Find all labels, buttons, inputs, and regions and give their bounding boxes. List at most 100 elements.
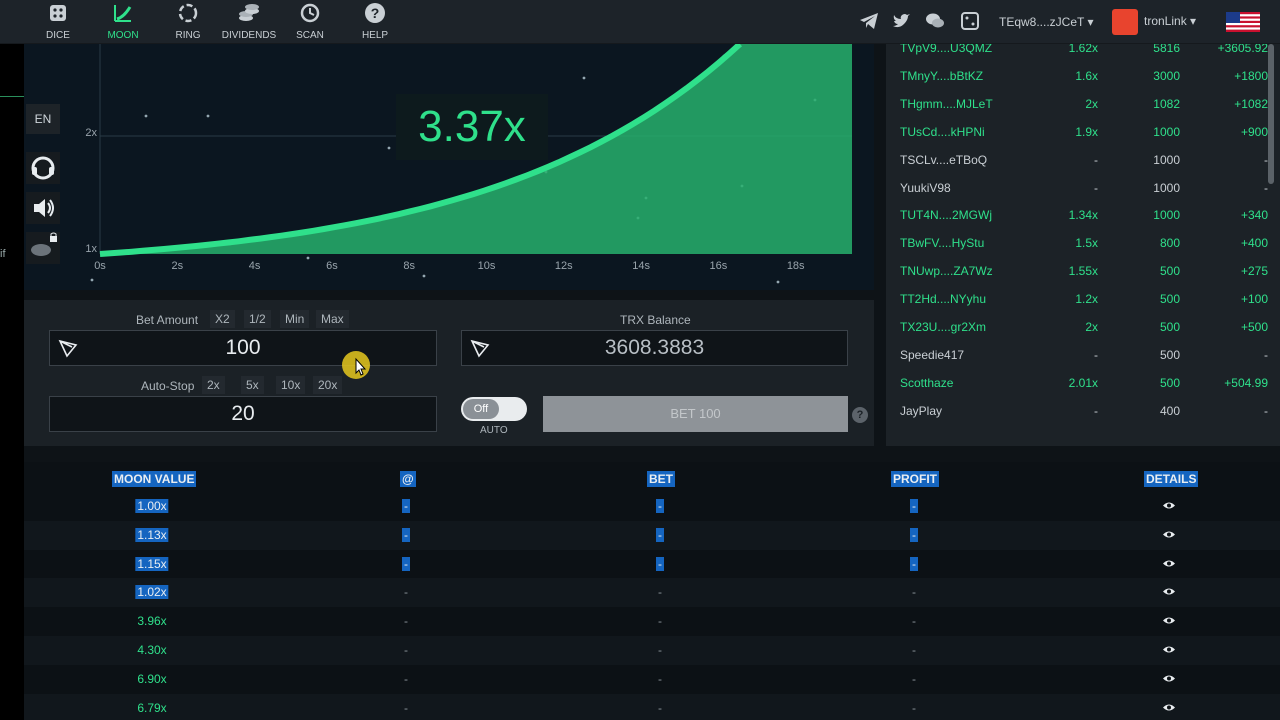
eye-icon[interactable]: [1162, 530, 1176, 539]
nav-moon-label: MOON: [107, 30, 139, 41]
player-list-scrollbar[interactable]: [1268, 44, 1274, 184]
help-icon[interactable]: ?: [852, 407, 868, 423]
autostop-2x-button[interactable]: 2x: [202, 376, 225, 394]
bet-cell: -: [656, 499, 664, 513]
player-row: Scotthaze 2.01x 500 +504.99: [886, 369, 1268, 397]
sound-button[interactable]: [26, 192, 60, 224]
tronlink-label: tronLink: [1144, 14, 1187, 28]
dice-small-icon[interactable]: [959, 10, 981, 32]
player-row: Speedie417 - 500 -: [886, 341, 1268, 369]
history-row: 1.02x - - -: [24, 578, 1280, 608]
player-multiplier: 1.6x: [1075, 68, 1098, 83]
player-row: TBwFV....HyStu 1.5x 800 +400: [886, 229, 1268, 257]
player-list: TVpV9....U3QMZ 1.62x 5816 +3605.92 TMnyY....…: [886, 44, 1280, 446]
bet-cell: -: [658, 643, 662, 657]
star: [306, 256, 310, 260]
player-row: TNUwp....ZA7Wz 1.55x 500 +275: [886, 257, 1268, 285]
player-bet: 800: [1159, 236, 1180, 251]
x-tick-label: 12s: [555, 260, 573, 272]
history-icon: [280, 2, 340, 30]
star: [206, 114, 210, 118]
profit-cell: -: [910, 527, 918, 542]
player-bet: 1000: [1153, 152, 1180, 167]
wechat-icon[interactable]: [924, 10, 946, 32]
x-tick-label: 16s: [710, 260, 728, 272]
moon-value-cell: 1.15x: [135, 556, 169, 571]
twitter-icon[interactable]: [890, 10, 912, 32]
us-flag-icon[interactable]: [1226, 12, 1260, 32]
autostop-value: 20: [231, 402, 255, 425]
history-row: 1.00x - - -: [24, 492, 1280, 521]
support-button[interactable]: [26, 152, 60, 184]
eye-icon[interactable]: [1162, 703, 1176, 712]
at-cell: -: [404, 671, 408, 686]
player-row: TT2Hd....NYyhu 1.2x 500 +100: [886, 285, 1268, 313]
player-row: TMnyY....bBtKZ 1.6x 3000 +1800: [886, 62, 1268, 90]
eye-icon[interactable]: [1162, 587, 1176, 596]
eye-icon[interactable]: [1162, 616, 1176, 625]
player-profit: -: [1264, 403, 1268, 418]
bet-half-button[interactable]: 1/2: [244, 310, 271, 328]
col-at: @: [400, 471, 416, 487]
autostop-10x-button[interactable]: 10x: [276, 376, 306, 394]
y-tick-1x: 1x: [85, 243, 97, 255]
top-nav: DICE MOON RING DIVIDENDS SCAN ? HELP TEq…: [0, 0, 1280, 44]
nav-dice[interactable]: DICE: [28, 2, 88, 42]
weather-button[interactable]: [26, 232, 60, 264]
x-tick-label: 6s: [326, 260, 338, 272]
trx-balance-label: TRX Balance: [620, 313, 691, 327]
chevron-down-icon: ▾: [1190, 14, 1197, 28]
bet-button[interactable]: BET 100: [543, 396, 848, 432]
bet-x2-button[interactable]: X2: [210, 310, 235, 328]
eye-icon[interactable]: [1162, 674, 1176, 683]
wallet-address[interactable]: TEqw8....zJCeT ▾: [999, 0, 1094, 44]
nav-scan[interactable]: SCAN: [280, 2, 340, 42]
trx-balance-value: 3608.3883: [604, 336, 705, 359]
bet-min-button[interactable]: Min: [280, 310, 310, 328]
player-row: JayPlay - 400 -: [886, 397, 1268, 425]
moon-value-cell: 1.00x: [135, 499, 169, 513]
nav-dice-label: DICE: [46, 30, 70, 41]
autostop-20x-button[interactable]: 20x: [313, 376, 343, 394]
player-multiplier: 1.62x: [1068, 44, 1098, 55]
x-tick-label: 0s: [94, 260, 106, 272]
autostop-label: Auto-Stop: [141, 379, 195, 393]
profit-cell: -: [912, 671, 916, 686]
cursor-highlight: [342, 351, 370, 379]
nav-help-label: HELP: [361, 30, 389, 41]
bet-max-button[interactable]: Max: [316, 310, 349, 328]
left-divider: [0, 96, 24, 97]
eye-icon[interactable]: [1162, 501, 1176, 510]
player-multiplier: 1.34x: [1068, 208, 1098, 223]
nav-ring[interactable]: RING: [158, 2, 218, 42]
player-profit: +500: [1240, 320, 1268, 334]
player-multiplier: 1.5x: [1075, 236, 1098, 251]
eye-icon[interactable]: [1162, 645, 1176, 654]
player-bet: 1000: [1153, 124, 1180, 139]
player-multiplier: -: [1094, 152, 1098, 167]
bet-cell: -: [658, 700, 662, 715]
eye-icon[interactable]: [1162, 559, 1176, 568]
autostop-field[interactable]: 20: [49, 396, 437, 432]
nav-dividends-label: DIVIDENDS: [221, 30, 277, 41]
language-button[interactable]: EN: [26, 104, 60, 134]
player-profit: +340: [1240, 208, 1268, 223]
telegram-icon[interactable]: [858, 10, 880, 32]
speaker-icon: [34, 199, 54, 217]
nav-dividends[interactable]: DIVIDENDS: [219, 2, 279, 42]
nav-moon[interactable]: MOON: [93, 2, 153, 42]
player-name: TSCLv....eTBoQ: [900, 152, 988, 167]
player-bet: 1000: [1153, 180, 1180, 195]
nav-help[interactable]: ? HELP: [345, 2, 405, 42]
autostop-5x-button[interactable]: 5x: [241, 376, 264, 394]
player-bet: 5816: [1153, 44, 1180, 55]
col-details: DETAILS: [1144, 471, 1199, 487]
bet-amount-field[interactable]: 100: [49, 330, 437, 366]
profit-cell: -: [910, 556, 918, 571]
headset-icon: [31, 156, 55, 180]
player-profit: +504.99: [1224, 375, 1268, 390]
moon-chart: 0s 2s 4s 6s 8s 10s 12s 14s 16s 18s 2x 1x 3.37x: [24, 44, 874, 290]
bet-cell: -: [658, 671, 662, 686]
auto-toggle[interactable]: Off: [461, 397, 527, 421]
player-multiplier: 1.2x: [1075, 292, 1098, 307]
